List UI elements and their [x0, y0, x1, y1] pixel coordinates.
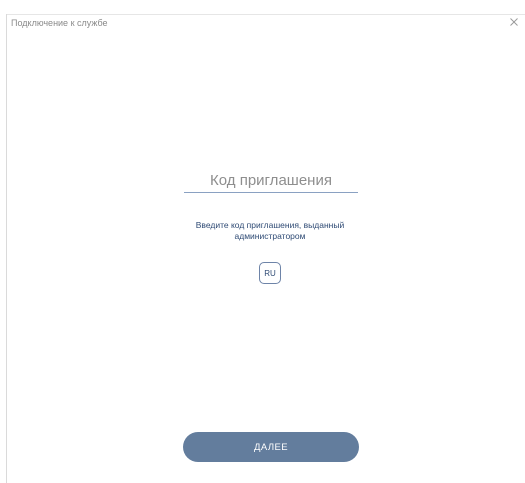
close-icon[interactable]: [508, 16, 520, 28]
invite-hint-text: Введите код приглашения, выданный админи…: [195, 220, 345, 241]
window-top-border: [6, 14, 525, 15]
invite-code-input[interactable]: [184, 168, 358, 193]
window-title: Подключение к службе: [11, 18, 108, 28]
dialog-window: Подключение к службе Введите код приглаш…: [0, 0, 525, 483]
window-left-border: [6, 14, 7, 483]
language-toggle[interactable]: RU: [259, 262, 281, 284]
next-button[interactable]: ДАЛЕЕ: [183, 432, 359, 462]
